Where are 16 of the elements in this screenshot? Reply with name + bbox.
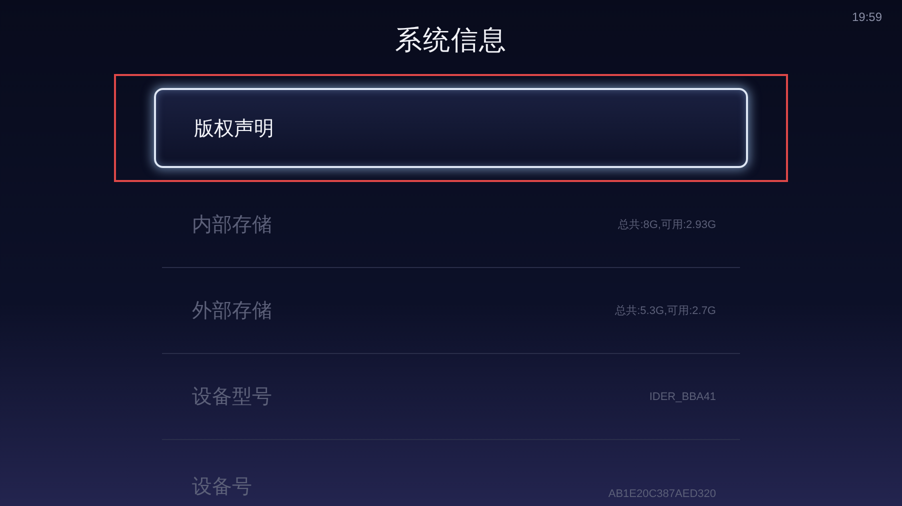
menu-item[interactable]: 版权声明 [154, 88, 748, 168]
clock: 19:59 [852, 10, 882, 24]
item-label: 内部存储 [192, 211, 272, 238]
item-value: AB1E20C387AED320 [608, 488, 716, 500]
item-label: 外部存储 [192, 297, 272, 324]
menu-item[interactable]: 设备型号 IDER_BBA41 [162, 354, 740, 440]
item-value: 总共:5.3G,可用:2.7G [615, 304, 716, 318]
page-title: 系统信息 [395, 24, 507, 58]
menu-item[interactable]: 内部存储 总共:8G,可用:2.93G [162, 182, 740, 268]
item-label: 设备型号 [192, 383, 272, 410]
item-value: 总共:8G,可用:2.93G [618, 218, 716, 232]
menu-item[interactable]: 设备号 AB1E20C387AED320 [162, 440, 740, 502]
item-value: IDER_BBA41 [649, 390, 716, 402]
item-label: 版权声明 [194, 114, 274, 142]
menu-item[interactable]: 外部存储 总共:5.3G,可用:2.7G [162, 268, 740, 354]
item-label: 设备号 [192, 473, 252, 500]
